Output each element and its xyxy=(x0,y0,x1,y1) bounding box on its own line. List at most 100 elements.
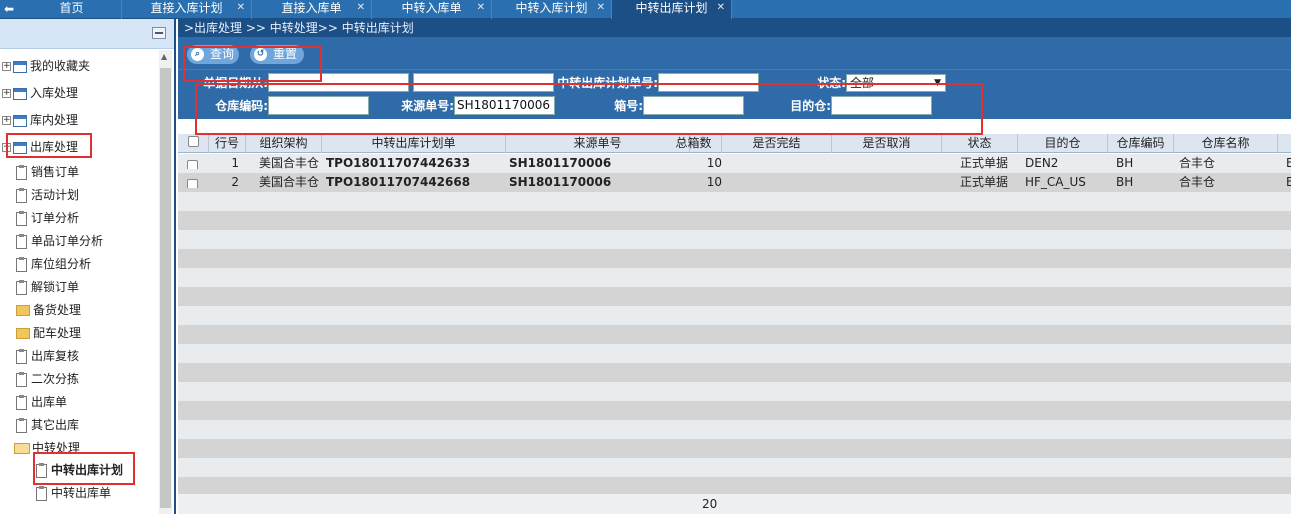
cell-status: 正式单据 xyxy=(960,175,1009,189)
row-checkbox[interactable] xyxy=(187,158,198,169)
cell-plan-no: TPO18011707442633 xyxy=(326,156,471,170)
sidebar-item-label: 中转处理 xyxy=(32,441,81,455)
sidebar-item-order-analysis[interactable]: 订单分析 xyxy=(16,207,79,229)
sidebar-item-unlock-order[interactable]: 解锁订单 xyxy=(16,276,79,298)
row-select-checkbox[interactable] xyxy=(187,160,198,169)
empty-row xyxy=(178,382,1291,401)
date-to-input[interactable] xyxy=(413,73,554,92)
plan-no-label: 中转出库计划单号: xyxy=(557,76,658,90)
sidebar-item-favorites[interactable]: + 我的收藏夹 xyxy=(2,55,90,77)
sidebar-item-secondary-sort[interactable]: 二次分拣 xyxy=(16,368,79,390)
window-icon xyxy=(13,141,27,154)
close-icon[interactable]: ✕ xyxy=(597,0,605,16)
expand-icon[interactable]: + xyxy=(2,89,11,98)
sidebar-item-other-outbound[interactable]: 其它出库 xyxy=(16,414,79,436)
row-checkbox[interactable] xyxy=(187,177,198,188)
sidebar-item-transfer[interactable]: 中转处理 xyxy=(14,437,80,459)
source-no-label: 来源单号: xyxy=(401,99,454,113)
plan-no-input[interactable] xyxy=(658,73,759,92)
column-header[interactable]: 状态 xyxy=(942,134,1018,153)
cell-boxes: 10 xyxy=(706,175,722,189)
cell-done xyxy=(726,173,826,192)
close-icon[interactable]: ✕ xyxy=(477,0,485,16)
warehouse-code-input[interactable] xyxy=(268,96,369,115)
empty-row xyxy=(178,230,1291,249)
close-icon[interactable]: ✕ xyxy=(357,0,365,16)
sidebar-item-label: 出库单 xyxy=(31,395,68,409)
dest-warehouse-input[interactable] xyxy=(831,96,932,115)
close-icon[interactable]: ✕ xyxy=(237,0,245,16)
sidebar-item-transfer-outbound-plan[interactable]: 中转出库计划 xyxy=(36,459,123,481)
empty-row xyxy=(178,439,1291,458)
column-header[interactable]: 来源单号 xyxy=(506,134,690,153)
sidebar-item-label: 库内处理 xyxy=(30,113,79,127)
column-header[interactable]: 组织架构 xyxy=(246,134,322,153)
empty-row xyxy=(178,287,1291,306)
tab-transfer-inbound-order[interactable]: 中转入库单 ✕ xyxy=(372,0,492,19)
collapse-icon[interactable] xyxy=(152,27,166,39)
sidebar-scrollbar[interactable]: ▲ xyxy=(159,50,172,514)
reset-button[interactable]: ↺ 重置 xyxy=(250,45,304,64)
scrollbar-thumb[interactable] xyxy=(160,68,171,508)
sidebar-item-outbound[interactable]: − 出库处理 xyxy=(2,136,78,158)
sidebar-item-location-group-analysis[interactable]: 库位组分析 xyxy=(16,253,91,275)
clipboard-icon xyxy=(16,417,27,433)
search-icon: ⌕ xyxy=(191,48,204,61)
column-header[interactable]: 是否取消 xyxy=(832,134,942,153)
collapse-node-icon[interactable]: − xyxy=(2,143,11,152)
sidebar-item-activity-plan[interactable]: 活动计划 xyxy=(16,184,79,206)
sidebar-item-outbound-order[interactable]: 出库单 xyxy=(16,391,67,413)
table-row[interactable]: 1 美国合丰仓 TPO18011707442633 SH1801170006 1… xyxy=(178,154,1291,173)
column-header[interactable]: 中转出库计划单 xyxy=(322,134,506,153)
scroll-up-icon[interactable]: ▲ xyxy=(161,52,167,61)
cell-line: 2 xyxy=(231,175,239,189)
tab-label: 首页 xyxy=(59,1,84,15)
expand-icon[interactable]: + xyxy=(2,62,11,71)
sidebar-item-stock-prep[interactable]: 备货处理 xyxy=(16,299,81,321)
sidebar-item-vehicle-assign[interactable]: 配车处理 xyxy=(16,322,81,344)
empty-row xyxy=(178,306,1291,325)
tab-home[interactable]: 首页 xyxy=(22,0,122,19)
sidebar-item-transfer-outbound-order[interactable]: 中转出库单 xyxy=(36,482,111,504)
column-header[interactable]: 是否完结 xyxy=(722,134,832,153)
date-from-input[interactable] xyxy=(268,73,409,92)
sidebar-item-sku-order-analysis[interactable]: 单品订单分析 xyxy=(16,230,103,252)
sidebar-item-inbound[interactable]: + 入库处理 xyxy=(2,82,78,104)
sidebar-item-label: 出库复核 xyxy=(31,349,80,363)
close-icon[interactable]: ✕ xyxy=(717,0,725,16)
cell-wh-code: BH xyxy=(1116,156,1134,170)
tab-transfer-inbound-plan[interactable]: 中转入库计划 ✕ xyxy=(492,0,612,19)
select-all-checkbox[interactable] xyxy=(187,136,199,147)
data-grid: 行号 组织架构 中转出库计划单 来源单号 总箱数 是否完结 是否取消 状态 目的… xyxy=(178,134,1291,514)
status-label: 状态: xyxy=(817,76,846,90)
tab-transfer-outbound-plan[interactable]: 中转出库计划 ✕ xyxy=(612,0,732,19)
query-button[interactable]: ⌕ 查询 xyxy=(187,45,239,64)
status-select[interactable]: 全部 ▼ xyxy=(846,74,946,92)
expand-icon[interactable]: + xyxy=(2,116,11,125)
window-icon xyxy=(13,87,27,100)
folder-icon xyxy=(16,305,30,316)
clipboard-icon xyxy=(16,394,27,410)
column-header[interactable]: 总箱数 xyxy=(666,134,722,153)
column-header[interactable]: 行号 xyxy=(209,134,246,153)
row-select-checkbox[interactable] xyxy=(187,179,198,188)
sidebar-item-sales-order[interactable]: 销售订单 xyxy=(16,161,79,183)
query-label: 查询 xyxy=(210,47,235,61)
tab-direct-inbound-plan[interactable]: 直接入库计划 ✕ xyxy=(122,0,252,19)
empty-row xyxy=(178,325,1291,344)
column-header[interactable]: 仓库名称 xyxy=(1174,134,1278,153)
sidebar-item-label: 销售订单 xyxy=(31,165,80,179)
empty-row xyxy=(178,249,1291,268)
column-header[interactable]: 仓库编码 xyxy=(1108,134,1174,153)
table-row[interactable]: 2 美国合丰仓 TPO18011707442668 SH1801170006 1… xyxy=(178,173,1291,192)
sidebar-item-label: 单品订单分析 xyxy=(31,234,104,248)
column-header[interactable]: 目的仓 xyxy=(1018,134,1108,153)
back-arrow-icon[interactable]: ⬅ xyxy=(4,2,18,16)
box-no-input[interactable] xyxy=(643,96,744,115)
source-no-input[interactable]: SH1801170006 xyxy=(454,96,555,115)
tab-direct-inbound-order[interactable]: 直接入库单 ✕ xyxy=(252,0,372,19)
sidebar-item-outbound-review[interactable]: 出库复核 xyxy=(16,345,79,367)
sidebar-item-inventory[interactable]: + 库内处理 xyxy=(2,109,78,131)
clipboard-icon xyxy=(16,256,27,272)
window-icon xyxy=(13,60,27,73)
